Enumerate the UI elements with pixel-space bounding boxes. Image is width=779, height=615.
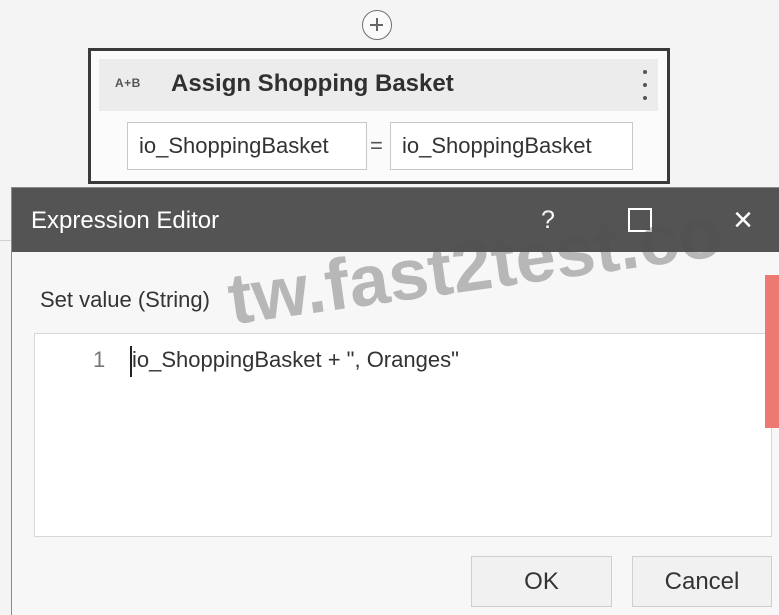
expression-line[interactable]: io_ShoppingBasket + ", Oranges" (132, 347, 459, 373)
assign-value-field[interactable]: io_ShoppingBasket (390, 122, 633, 170)
equals-sign: = (370, 133, 383, 158)
cancel-button[interactable]: Cancel (632, 556, 772, 607)
add-activity-button[interactable] (362, 10, 392, 40)
dialog-title: Expression Editor (31, 207, 220, 234)
assign-activity-header: A+B Assign Shopping Basket (99, 59, 658, 111)
activity-title: Assign Shopping Basket (171, 70, 454, 97)
assign-to-field[interactable]: io_ShoppingBasket (127, 122, 367, 170)
assign-activity-card[interactable]: A+B Assign Shopping Basket io_ShoppingBa… (88, 48, 670, 184)
line-number: 1 (93, 347, 106, 372)
menu-dot (643, 83, 647, 87)
side-accent-panel (765, 275, 779, 428)
ok-button[interactable]: OK (471, 556, 612, 607)
plus-icon (376, 18, 378, 31)
menu-dot (643, 96, 647, 100)
close-icon[interactable]: × (726, 203, 760, 237)
expression-code-editor[interactable]: 1 io_ShoppingBasket + ", Oranges" (34, 333, 772, 537)
menu-dot (643, 70, 647, 74)
set-value-label: Set value (String) (40, 287, 210, 312)
assign-icon: A+B (115, 76, 141, 90)
vertical-more-icon[interactable] (641, 69, 649, 101)
